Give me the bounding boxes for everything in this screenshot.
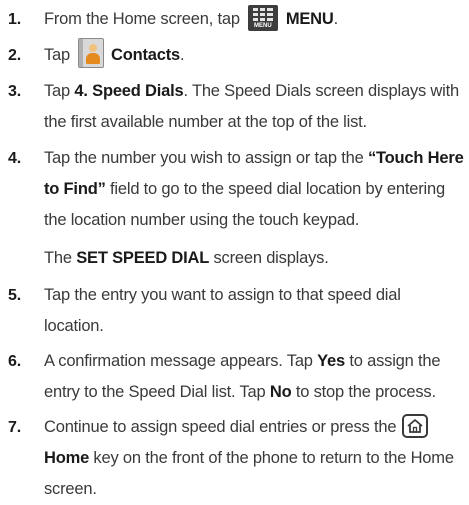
note-line: The SET SPEED DIAL screen displays. — [44, 249, 329, 267]
step-number: 6. — [8, 353, 21, 370]
step-number: 4. — [8, 150, 21, 167]
instruction-list: 1. From the Home screen, tap MENU MENU. … — [0, 0, 469, 498]
contacts-icon — [78, 37, 105, 68]
step-number: 5. — [8, 287, 21, 304]
step-number: 7. — [8, 419, 21, 436]
step-number: 1. — [8, 11, 21, 28]
home-key-icon — [402, 413, 429, 438]
step-number: 3. — [8, 83, 21, 100]
step-number: 2. — [8, 47, 21, 64]
menu-grid-icon: MENU — [247, 4, 278, 31]
